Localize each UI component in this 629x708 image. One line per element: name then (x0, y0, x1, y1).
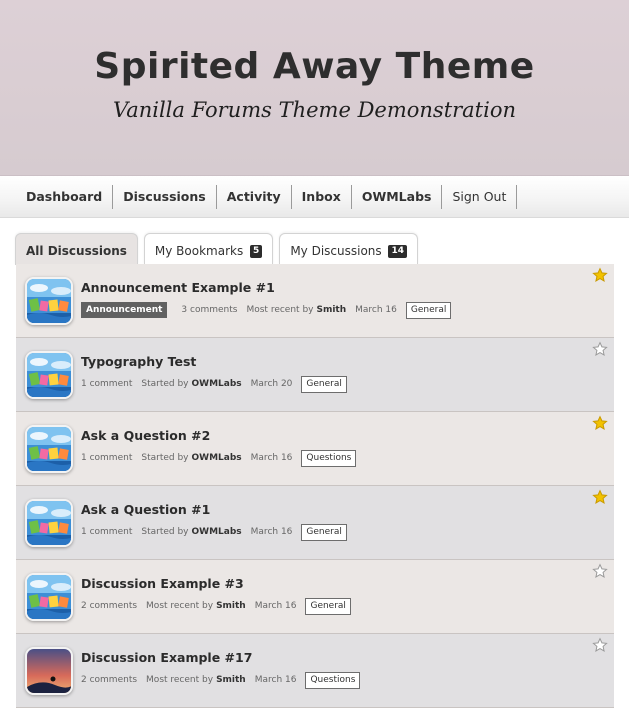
site-banner: Spirited Away Theme Vanilla Forums Theme… (0, 0, 629, 176)
last-activity: Most recent by Smith (146, 601, 246, 611)
discussion-title[interactable]: Ask a Question #1 (81, 502, 210, 517)
category-tag[interactable]: General (301, 375, 347, 393)
my-discussions-count-badge: 14 (388, 245, 408, 258)
main-menu: Dashboard Discussions Activity Inbox OWM… (16, 185, 518, 209)
discussion-title[interactable]: Ask a Question #2 (81, 428, 210, 443)
last-activity: Most recent by Smith (146, 675, 246, 685)
discussion-date: March 16 (355, 305, 397, 315)
discussion-date: March 16 (254, 601, 297, 611)
activity-prefix: Started by (141, 453, 189, 463)
category-tag[interactable]: Questions (301, 449, 357, 467)
star-outline-icon[interactable] (592, 637, 608, 653)
discussion-title[interactable]: Announcement Example #1 (81, 280, 275, 295)
main-menu-bar: Dashboard Discussions Activity Inbox OWM… (0, 176, 629, 218)
tab-label: My Discussions (290, 244, 382, 258)
author-name[interactable]: Smith (316, 305, 346, 315)
star-filled-icon[interactable] (592, 489, 608, 505)
author-name[interactable]: OWMLabs (192, 379, 242, 389)
menu-item-sign-out[interactable]: Sign Out (442, 185, 518, 209)
star-filled-icon[interactable] (592, 267, 608, 283)
user-avatar[interactable] (25, 573, 73, 621)
author-name[interactable]: OWMLabs (192, 453, 242, 463)
discussion-row[interactable]: Ask a Question #1 1 comment Started by OWML… (16, 486, 614, 560)
author-name[interactable]: Smith (216, 601, 246, 611)
category-tag[interactable]: General (405, 301, 452, 319)
site-subtitle: Vanilla Forums Theme Demonstration (112, 98, 517, 122)
comment-count: 2 comments (81, 601, 138, 611)
author-name[interactable]: Smith (216, 675, 246, 685)
discussion-meta: Announcement 3 comments Most recent by Smit… (81, 301, 460, 319)
announcement-badge: Announcement (81, 302, 168, 318)
tab-my-bookmarks[interactable]: My Bookmarks 5 (143, 233, 274, 265)
comment-count: 3 comments (181, 305, 238, 315)
comment-count: 1 comment (81, 379, 133, 389)
discussion-date: March 20 (250, 379, 293, 389)
discussion-row[interactable]: Typography Test 1 comment Started by OWMLab… (16, 338, 614, 412)
discussion-meta: 2 comments Most recent by Smith March 16 Que… (81, 671, 369, 689)
discussion-row[interactable]: Discussion Example #17 2 comments Most rec… (16, 634, 614, 708)
tab-label: My Bookmarks (154, 244, 244, 258)
user-avatar[interactable] (25, 277, 73, 325)
menu-item-inbox[interactable]: Inbox (292, 185, 352, 209)
last-activity: Most recent by Smith (246, 305, 346, 315)
category-tag[interactable]: General (305, 597, 351, 615)
discussion-row[interactable]: Announcement Example #1 Announcement 3 com… (16, 264, 614, 338)
comment-count: 1 comment (81, 527, 133, 537)
menu-item-profile[interactable]: OWMLabs (352, 185, 443, 209)
user-avatar[interactable] (25, 351, 73, 399)
discussion-meta: 1 comment Started by OWMLabs March 16 Questi… (81, 449, 365, 467)
discussion-title[interactable]: Typography Test (81, 354, 196, 369)
discussion-date: March 16 (254, 675, 297, 685)
tab-all-discussions[interactable]: All Discussions (15, 233, 138, 265)
discussion-meta: 2 comments Most recent by Smith March 16 Gen… (81, 597, 360, 615)
user-avatar[interactable] (25, 647, 73, 695)
activity-prefix: Started by (141, 527, 189, 537)
activity-prefix: Most recent by (246, 305, 314, 315)
user-avatar[interactable] (25, 499, 73, 547)
comment-count: 1 comment (81, 453, 133, 463)
comment-count: 2 comments (81, 675, 138, 685)
tab-my-discussions[interactable]: My Discussions 14 (279, 233, 419, 265)
category-tag[interactable]: General (301, 523, 347, 541)
activity-prefix: Started by (141, 379, 189, 389)
discussion-row[interactable]: Ask a Question #2 1 comment Started by OWML… (16, 412, 614, 486)
activity-prefix: Most recent by (146, 601, 214, 611)
discussion-date: March 16 (250, 453, 293, 463)
discussion-tabs: All Discussions My Bookmarks 5 My Discus… (15, 233, 424, 265)
tab-label: All Discussions (26, 244, 127, 258)
star-outline-icon[interactable] (592, 563, 608, 579)
discussion-date: March 16 (250, 527, 293, 537)
last-activity: Started by OWMLabs (141, 453, 241, 463)
last-activity: Started by OWMLabs (141, 527, 241, 537)
discussion-meta: 1 comment Started by OWMLabs March 20 Genera… (81, 375, 356, 393)
discussion-row[interactable]: Discussion Example #3 2 comments Most rece… (16, 560, 614, 634)
site-title: Spirited Away Theme (94, 46, 535, 87)
activity-prefix: Most recent by (146, 675, 214, 685)
category-tag[interactable]: Questions (305, 671, 361, 689)
discussion-list: Announcement Example #1 Announcement 3 com… (16, 264, 614, 708)
author-name[interactable]: OWMLabs (192, 527, 242, 537)
star-outline-icon[interactable] (592, 341, 608, 357)
menu-item-activity[interactable]: Activity (217, 185, 292, 209)
last-activity: Started by OWMLabs (141, 379, 241, 389)
menu-item-dashboard[interactable]: Dashboard (16, 185, 114, 209)
discussion-meta: 1 comment Started by OWMLabs March 16 Genera… (81, 523, 356, 541)
menu-item-discussions[interactable]: Discussions (113, 185, 217, 209)
bookmarks-count-badge: 5 (250, 245, 263, 258)
star-filled-icon[interactable] (592, 415, 608, 431)
discussion-title[interactable]: Discussion Example #17 (81, 650, 252, 665)
user-avatar[interactable] (25, 425, 73, 473)
discussion-title[interactable]: Discussion Example #3 (81, 576, 244, 591)
